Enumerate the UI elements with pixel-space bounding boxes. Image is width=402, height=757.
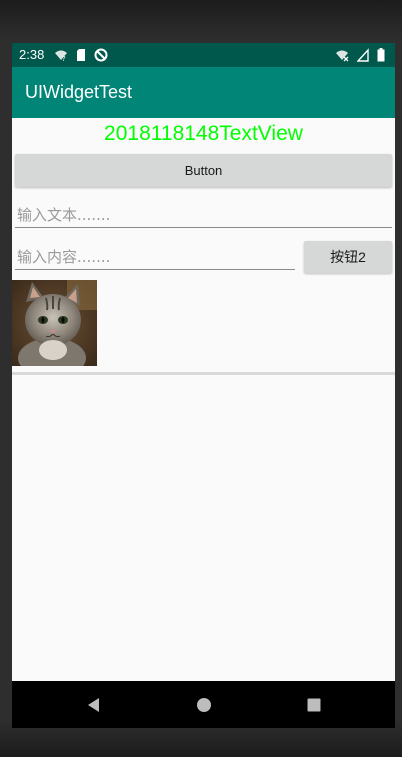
status-bar: 2:38 ? bbox=[12, 43, 395, 67]
main-content: 2018118148TextView Button 输入文本....... 输入… bbox=[12, 118, 395, 681]
wifi-question-icon: ? bbox=[55, 50, 67, 62]
phone-screen: 2:38 ? UIWidgetTest 2018118148TextView B… bbox=[12, 43, 395, 728]
recent-apps-icon[interactable] bbox=[304, 695, 324, 715]
svg-text:?: ? bbox=[62, 55, 66, 62]
edit-text-input[interactable]: 输入文本....... bbox=[15, 197, 392, 228]
wifi-off-icon bbox=[335, 50, 349, 62]
signal-icon bbox=[356, 48, 369, 62]
sync-disabled-icon bbox=[94, 48, 108, 62]
device-frame: 2:38 ? UIWidgetTest 2018118148TextView B… bbox=[0, 0, 402, 757]
edit-text-placeholder: 输入文本....... bbox=[17, 206, 111, 224]
app-bar: UIWidgetTest bbox=[12, 67, 395, 118]
app-title: UIWidgetTest bbox=[25, 82, 133, 102]
text-view: 2018118148TextView bbox=[104, 122, 303, 145]
kitten-image bbox=[12, 280, 97, 366]
home-icon[interactable] bbox=[194, 695, 214, 715]
edit-content-input[interactable]: 输入内容....... bbox=[15, 239, 295, 270]
main-button[interactable]: Button bbox=[15, 154, 392, 187]
sd-card-icon bbox=[77, 49, 86, 61]
status-right-icons bbox=[335, 48, 389, 62]
status-time: 2:38 bbox=[19, 47, 45, 62]
navigation-bar bbox=[12, 681, 395, 728]
divider bbox=[12, 372, 395, 375]
status-left-icons: ? bbox=[54, 48, 112, 62]
battery-icon bbox=[377, 48, 385, 62]
back-icon[interactable] bbox=[84, 695, 104, 715]
button-2[interactable]: 按钮2 bbox=[304, 241, 392, 273]
edit-content-placeholder: 输入内容....... bbox=[17, 248, 111, 266]
